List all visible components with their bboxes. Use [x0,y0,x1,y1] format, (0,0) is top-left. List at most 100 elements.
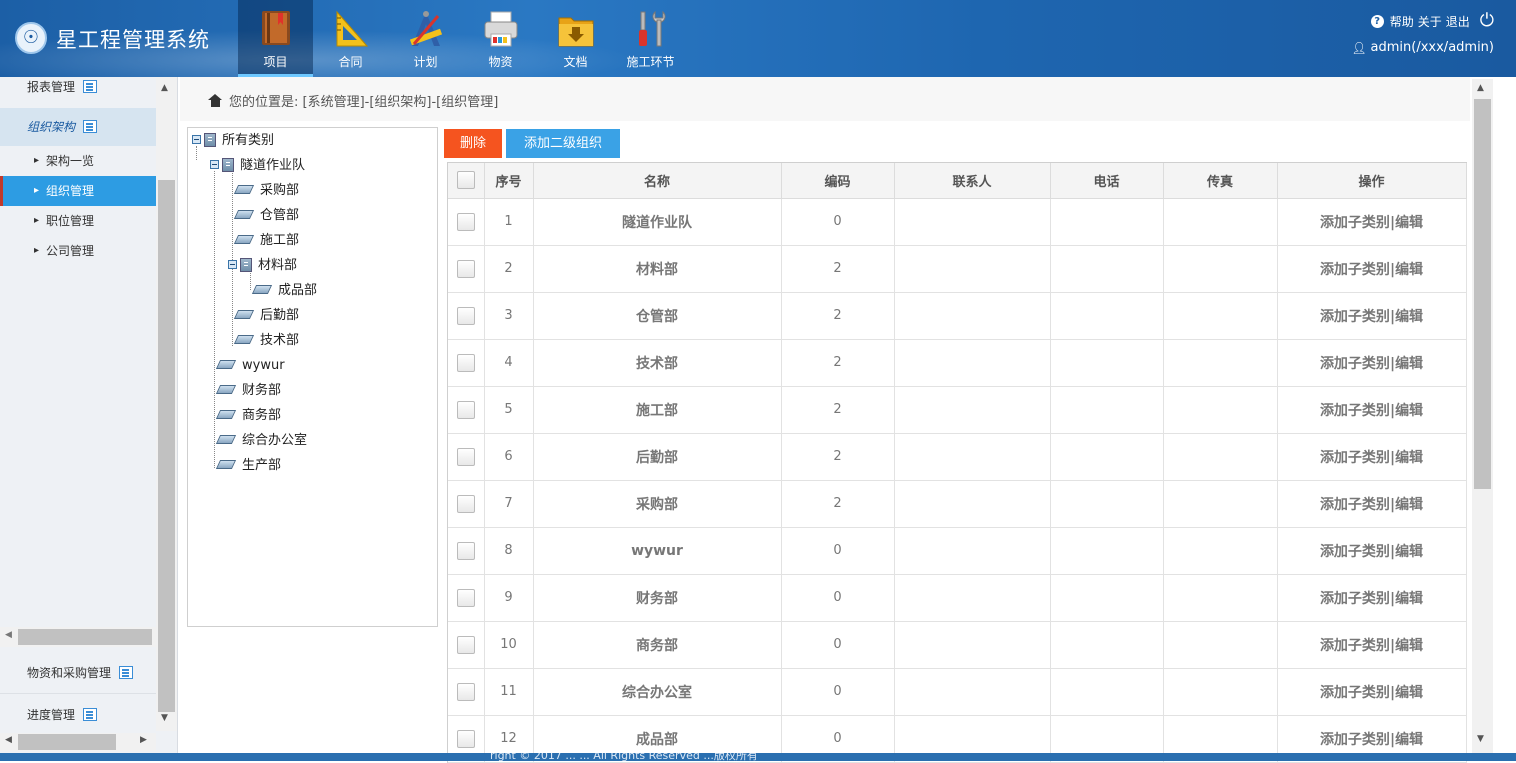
edit-link[interactable]: 编辑 [1395,450,1423,466]
row-checkbox[interactable] [456,729,475,748]
sidebar-group-org[interactable]: 组织架构 [0,108,156,146]
sidebar-hscrollbar[interactable]: ◀ ▶ [0,733,156,751]
scroll-up-icon[interactable]: ▲ [1477,83,1484,93]
add-child-link[interactable]: 添加子类别 [1320,638,1390,654]
help-link[interactable]: 帮助 [1390,13,1414,30]
sidebar-group-reports[interactable]: 报表管理 [0,77,156,106]
sidebar-inner-hscrollbar[interactable]: ◀ [0,627,156,647]
nav-item-project[interactable]: 项目 [238,0,313,77]
scroll-down-icon[interactable]: ▼ [161,713,168,723]
edit-link[interactable]: 编辑 [1395,403,1423,419]
tree-node[interactable]: 商务部 [214,405,281,427]
nav-item-contract[interactable]: 合同 [313,0,388,77]
tree-node[interactable]: wywur [214,355,285,377]
row-checkbox[interactable] [456,259,475,278]
add-suborg-button[interactable]: 添加二级组织 [506,129,620,158]
sidebar-group-progress[interactable]: 进度管理 [0,693,156,733]
edit-link[interactable]: 编辑 [1395,685,1423,701]
collapse-icon[interactable] [210,160,219,169]
add-child-link[interactable]: 添加子类别 [1320,215,1390,231]
add-child-link[interactable]: 添加子类别 [1320,732,1390,748]
tree-node[interactable]: 隧道作业队 [210,155,305,177]
collapse-icon[interactable] [192,135,201,144]
scroll-left-icon[interactable]: ◀ [5,630,12,640]
sidebar-group-purchasing[interactable]: 物资和采购管理 [0,653,156,693]
tree-node[interactable]: 财务部 [214,380,281,402]
scroll-thumb[interactable] [18,734,116,750]
add-child-link[interactable]: 添加子类别 [1320,497,1390,513]
column-header[interactable]: 编码 [781,163,895,199]
tree-node[interactable]: 生产部 [214,455,281,477]
scroll-right-icon[interactable]: ▶ [140,735,147,745]
add-child-link[interactable]: 添加子类别 [1320,685,1390,701]
scroll-thumb[interactable] [1474,99,1491,489]
tree-node[interactable]: 成品部 [250,280,317,302]
add-child-link[interactable]: 添加子类别 [1320,544,1390,560]
tree-node[interactable]: 综合办公室 [214,430,307,452]
column-header[interactable]: 电话 [1050,163,1164,199]
scroll-down-icon[interactable]: ▼ [1477,734,1484,744]
power-icon[interactable]: ⏻ [1480,12,1494,30]
tree-node-root[interactable]: 所有类别 [192,130,274,152]
nav-item-construction[interactable]: 施工环节 [613,0,688,77]
logout-link[interactable]: 退出 [1446,13,1470,30]
leaf-icon [233,235,255,244]
add-child-link[interactable]: 添加子类别 [1320,450,1390,466]
column-header[interactable]: 联系人 [894,163,1051,199]
cell-code: 2 [781,245,895,293]
nav-item-materials[interactable]: 物资 [463,0,538,77]
edit-link[interactable]: 编辑 [1395,215,1423,231]
column-header[interactable]: 名称 [533,163,782,199]
row-checkbox[interactable] [456,541,475,560]
row-checkbox[interactable] [456,447,475,466]
add-child-link[interactable]: 添加子类别 [1320,262,1390,278]
sidebar-item-positions[interactable]: 职位管理 [0,206,156,236]
column-header[interactable]: 操作 [1277,163,1467,199]
edit-link[interactable]: 编辑 [1395,497,1423,513]
column-header[interactable]: 传真 [1163,163,1278,199]
edit-link[interactable]: 编辑 [1395,638,1423,654]
row-checkbox[interactable] [456,212,475,231]
nav-item-docs[interactable]: 文档 [538,0,613,77]
sidebar-item-company[interactable]: 公司管理 [0,236,156,266]
edit-link[interactable]: 编辑 [1395,356,1423,372]
tree-node[interactable]: 材料部 [228,255,297,277]
nav-item-plan[interactable]: 计划 [388,0,463,77]
tree-node[interactable]: 技术部 [232,330,299,352]
edit-link[interactable]: 编辑 [1395,544,1423,560]
edit-link[interactable]: 编辑 [1395,309,1423,325]
about-link[interactable]: 关于 [1418,13,1442,30]
add-child-link[interactable]: 添加子类别 [1320,591,1390,607]
collapse-icon[interactable] [228,260,237,269]
column-header[interactable]: 序号 [484,163,534,199]
add-child-link[interactable]: 添加子类别 [1320,309,1390,325]
row-checkbox[interactable] [456,400,475,419]
tree-node[interactable]: 施工部 [232,230,299,252]
sidebar-vscrollbar[interactable]: ▲ ▼ [156,77,177,731]
cell-contact [894,480,1051,528]
row-checkbox[interactable] [456,588,475,607]
scroll-thumb[interactable] [18,629,152,645]
tree-node[interactable]: 仓管部 [232,205,299,227]
sidebar-item-overview[interactable]: 架构一览 [0,146,156,176]
select-all-checkbox[interactable] [456,171,475,190]
edit-link[interactable]: 编辑 [1395,262,1423,278]
tree-node[interactable]: 后勤部 [232,305,299,327]
delete-button[interactable]: 删除 [444,129,502,158]
scroll-left-icon[interactable]: ◀ [5,735,12,745]
row-checkbox[interactable] [456,494,475,513]
edit-link[interactable]: 编辑 [1395,591,1423,607]
tree-node[interactable]: 采购部 [232,180,299,202]
add-child-link[interactable]: 添加子类别 [1320,356,1390,372]
row-checkbox[interactable] [456,353,475,372]
row-checkbox[interactable] [456,682,475,701]
edit-link[interactable]: 编辑 [1395,732,1423,748]
add-child-link[interactable]: 添加子类别 [1320,403,1390,419]
scroll-up-icon[interactable]: ▲ [161,83,168,93]
main-vscrollbar[interactable]: ▲ ▼ [1472,79,1493,753]
sidebar-item-org-manage[interactable]: 组织管理 [0,176,156,206]
help-icon: ? [1370,14,1384,28]
row-checkbox[interactable] [456,306,475,325]
row-checkbox[interactable] [456,635,475,654]
scroll-thumb[interactable] [158,180,175,712]
